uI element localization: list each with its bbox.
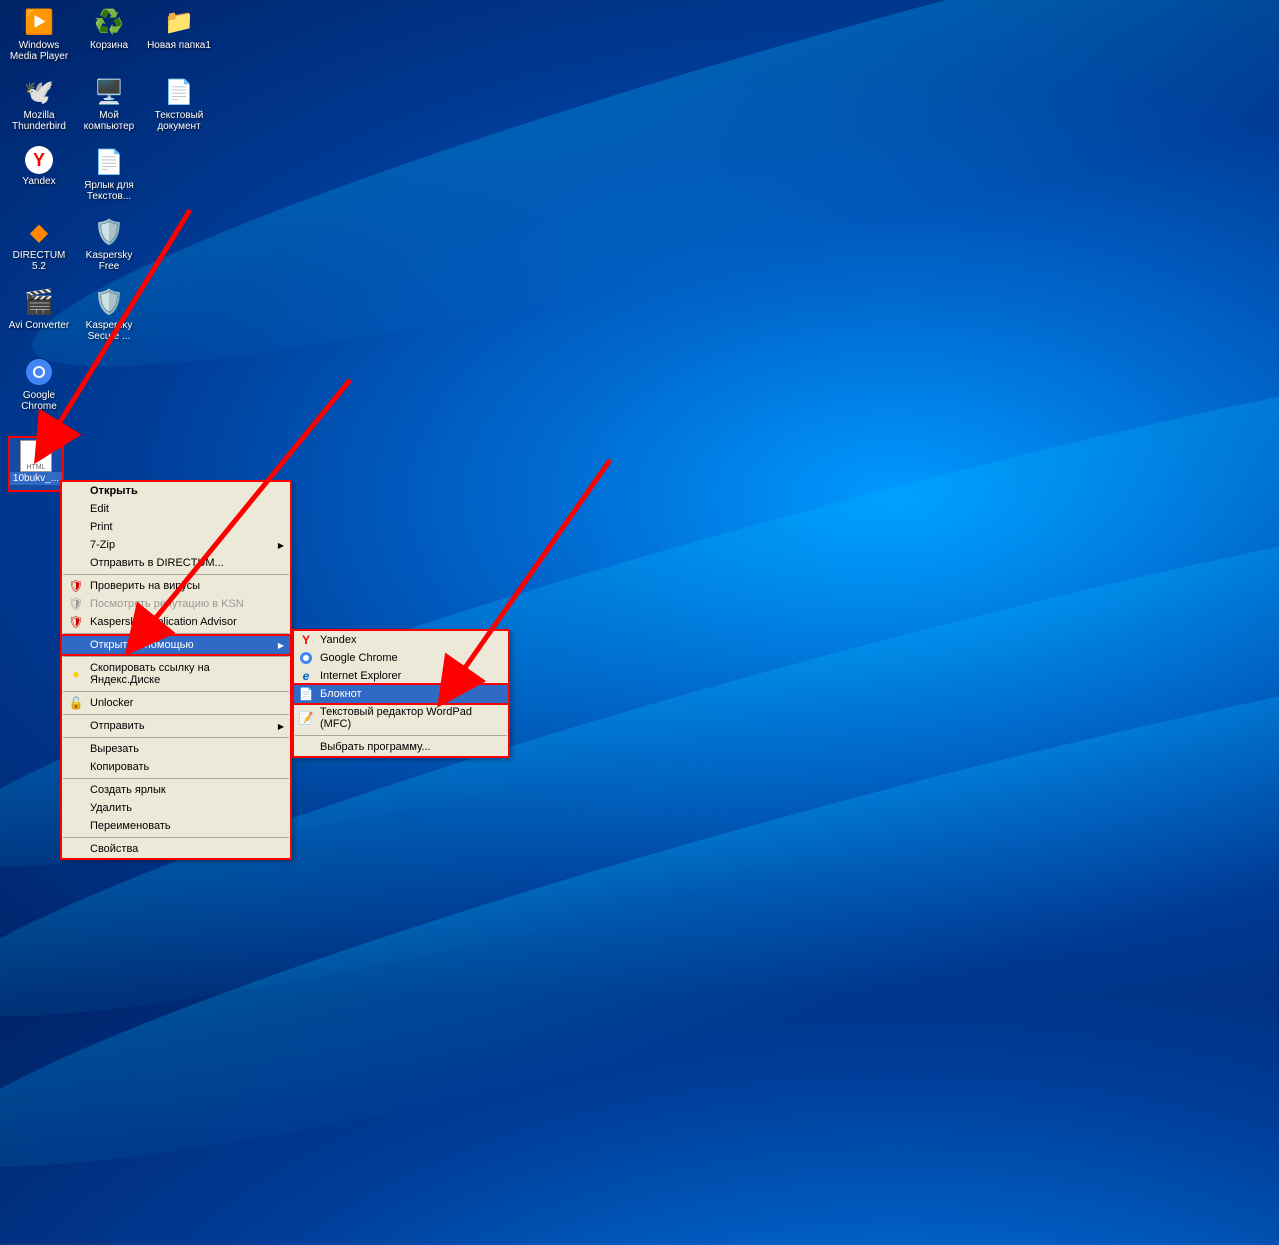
desktop-icon-mycomputer[interactable]: 🖥️Мой компьютер xyxy=(74,74,144,144)
yandex-icon: Y xyxy=(25,146,53,174)
menu-send-to[interactable]: Отправить xyxy=(62,717,290,735)
desktop-icon-directum[interactable]: ◆DIRECTUM 5.2 xyxy=(4,214,74,284)
menu-delete[interactable]: Удалить xyxy=(62,799,290,817)
menu-separator xyxy=(63,691,289,692)
desktop-icon-yandex[interactable]: YYandex xyxy=(4,144,74,214)
submenu-wordpad[interactable]: 📝Текстовый редактор WordPad (MFC) xyxy=(294,703,508,733)
kaspersky-icon: 🛡️ xyxy=(93,216,125,248)
shield-icon: 🛡 xyxy=(68,578,84,594)
menu-print[interactable]: Print xyxy=(62,518,290,536)
menu-cut[interactable]: Вырезать xyxy=(62,740,290,758)
desktop-icon-wmp[interactable]: ▶️Windows Media Player xyxy=(4,4,74,74)
desktop-icon-folder1[interactable]: 📁Новая папка1 xyxy=(144,4,214,74)
wordpad-icon: 📝 xyxy=(298,710,314,726)
selected-file-label: 10bukv_... xyxy=(10,472,62,485)
textdoc-icon: 📄 xyxy=(163,76,195,108)
open-with-submenu: YYandex Google Chrome eInternet Explorer… xyxy=(292,629,510,758)
menu-directum[interactable]: Отправить в DIRECTUM... xyxy=(62,554,290,572)
avi-icon: 🎬 xyxy=(23,286,55,318)
menu-separator xyxy=(295,735,507,736)
directum-icon: ◆ xyxy=(23,216,55,248)
menu-open[interactable]: Открыть xyxy=(62,482,290,500)
submenu-choose-program[interactable]: Выбрать программу... xyxy=(294,738,508,756)
wmp-icon: ▶️ xyxy=(23,6,55,38)
menu-copy[interactable]: Копировать xyxy=(62,758,290,776)
yandex-disk-icon: ● xyxy=(68,666,84,682)
ie-icon: e xyxy=(298,668,314,684)
desktop-icon-kaspersky-secure[interactable]: 🛡️Kaspersky Secure ... xyxy=(74,284,144,354)
menu-separator xyxy=(63,737,289,738)
folder-icon: 📁 xyxy=(163,6,195,38)
menu-separator xyxy=(63,656,289,657)
menu-properties[interactable]: Свойства xyxy=(62,840,290,858)
shield-icon: 🛡 xyxy=(68,614,84,630)
desktop-icons-grid: ▶️Windows Media Player ♻️Корзина 📁Новая … xyxy=(0,0,218,428)
menu-edit[interactable]: Edit xyxy=(62,500,290,518)
shield-icon: 🛡 xyxy=(68,596,84,612)
submenu-chrome[interactable]: Google Chrome xyxy=(294,649,508,667)
selected-file-html[interactable]: HTML 10bukv_... xyxy=(8,436,64,492)
shortcut-icon: 📄 xyxy=(93,146,125,178)
menu-separator xyxy=(63,714,289,715)
desktop-icon-kaspersky[interactable]: 🛡️Kaspersky Free xyxy=(74,214,144,284)
chrome-icon xyxy=(23,356,55,388)
menu-unlocker[interactable]: 🔓Unlocker xyxy=(62,694,290,712)
desktop-icon-avi[interactable]: 🎬Avi Converter xyxy=(4,284,74,354)
html-file-icon: HTML xyxy=(20,440,52,472)
menu-ksn[interactable]: 🛡Посмотреть репутацию в KSN xyxy=(62,595,290,613)
desktop-icon-textshortcut[interactable]: 📄Ярлык для Текстов... xyxy=(74,144,144,214)
menu-scan-virus[interactable]: 🛡Проверить на вирусы xyxy=(62,577,290,595)
recycle-icon: ♻️ xyxy=(93,6,125,38)
menu-open-with[interactable]: Открыть с помощью xyxy=(60,634,292,656)
computer-icon: 🖥️ xyxy=(93,76,125,108)
menu-rename[interactable]: Переименовать xyxy=(62,817,290,835)
menu-separator xyxy=(63,778,289,779)
desktop-icon-chrome[interactable]: Google Chrome xyxy=(4,354,74,424)
unlocker-icon: 🔓 xyxy=(68,695,84,711)
menu-separator xyxy=(63,574,289,575)
chrome-icon xyxy=(298,650,314,666)
desktop-icon-recycle[interactable]: ♻️Корзина xyxy=(74,4,144,74)
menu-create-shortcut[interactable]: Создать ярлык xyxy=(62,781,290,799)
notepad-icon: 📄 xyxy=(298,686,314,702)
menu-separator xyxy=(63,837,289,838)
menu-kaspersky-advisor[interactable]: 🛡Kaspersky Application Advisor xyxy=(62,613,290,631)
submenu-yandex[interactable]: YYandex xyxy=(294,631,508,649)
desktop-icon-textdoc[interactable]: 📄Текстовый документ xyxy=(144,74,214,144)
menu-7zip[interactable]: 7-Zip xyxy=(62,536,290,554)
kaspersky-secure-icon: 🛡️ xyxy=(93,286,125,318)
thunderbird-icon: 🕊️ xyxy=(23,76,55,108)
context-menu: Открыть Edit Print 7-Zip Отправить в DIR… xyxy=(60,480,292,860)
desktop-icon-thunderbird[interactable]: 🕊️Mozilla Thunderbird xyxy=(4,74,74,144)
submenu-notepad[interactable]: 📄Блокнот xyxy=(292,683,510,705)
yandex-icon: Y xyxy=(298,632,314,648)
menu-yandex-disk[interactable]: ●Скопировать ссылку на Яндекс.Диске xyxy=(62,659,290,689)
